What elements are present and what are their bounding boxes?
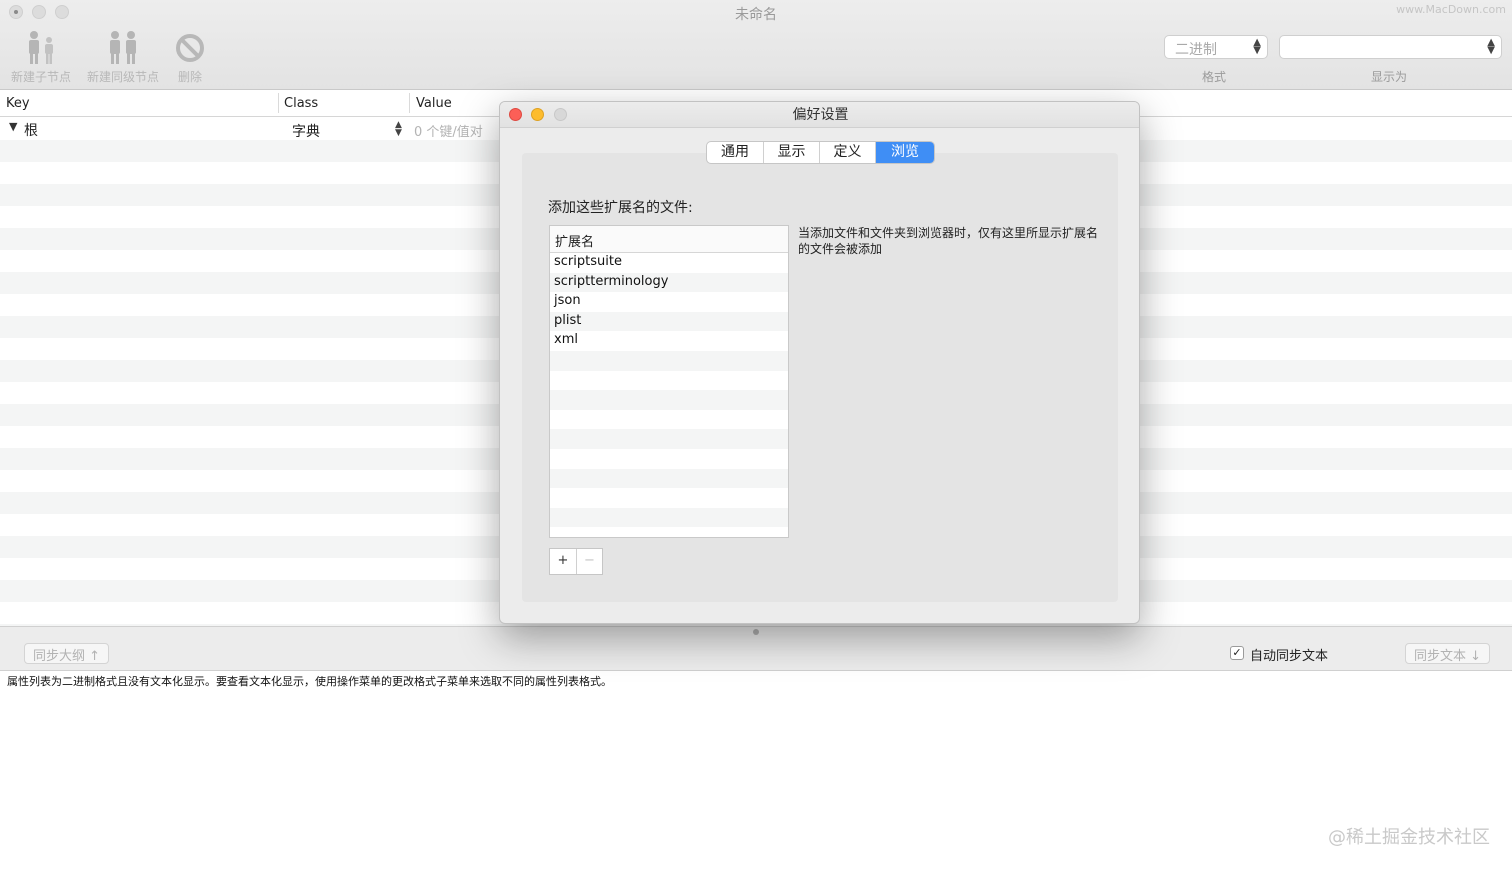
splitter-handle[interactable] <box>753 629 759 635</box>
dialog-close-button[interactable] <box>509 108 522 121</box>
list-item[interactable]: xml <box>550 331 788 351</box>
new-child-label: 新建子节点 <box>10 70 71 84</box>
list-item[interactable]: scriptterminology <box>550 272 788 293</box>
format-select-value: 二进制 <box>1175 42 1217 58</box>
section-title: 添加这些扩展名的文件: <box>548 200 693 216</box>
empty-row <box>550 468 788 489</box>
app-window: 未命名 www.MacDown.com 新建子节点 新建同级节点 删除 二进制 … <box>0 0 1512 869</box>
watermark-top: www.MacDown.com <box>1396 3 1506 16</box>
chevron-updown-icon: ▲ ▼ <box>1253 37 1261 56</box>
delete-button[interactable]: 删除 <box>172 30 208 85</box>
empty-row <box>550 350 788 371</box>
remove-extension-button[interactable]: − <box>576 549 602 574</box>
format-select[interactable]: 二进制 ▲ ▼ <box>1164 35 1268 59</box>
disclosure-triangle-icon[interactable]: ▼ <box>9 120 17 133</box>
empty-row <box>550 449 788 469</box>
column-divider[interactable] <box>278 93 279 113</box>
text-view-message: 属性列表为二进制格式且没有文本化显示。要查看文本化显示，使用操作菜单的更改格式子… <box>7 675 612 688</box>
tab-browse[interactable]: 浏览 <box>876 142 934 163</box>
tab-definitions[interactable]: 定义 <box>820 142 876 163</box>
titlebar: 未命名 www.MacDown.com 新建子节点 新建同级节点 删除 二进制 … <box>0 0 1512 90</box>
root-row[interactable]: ▼ 根 字典 ▲ ▼ 0 个键/值对 <box>0 118 500 140</box>
text-view[interactable]: 属性列表为二进制格式且没有文本化显示。要查看文本化显示，使用操作菜单的更改格式子… <box>0 670 1512 869</box>
root-value: 0 个键/值对 <box>414 125 483 140</box>
empty-row <box>550 488 788 508</box>
root-class[interactable]: 字典 <box>292 121 320 141</box>
list-item[interactable]: scriptsuite <box>550 253 788 273</box>
column-value[interactable]: Value <box>416 96 452 111</box>
new-child-button[interactable]: 新建子节点 <box>8 30 74 85</box>
delete-label: 删除 <box>177 70 202 84</box>
auto-sync-checkbox[interactable]: ✓ <box>1230 646 1244 660</box>
tab-general[interactable]: 通用 <box>707 142 764 163</box>
watermark-bottom: @稀土掘金技术社区 <box>1328 827 1490 848</box>
display-as-label: 显示为 <box>1371 70 1408 84</box>
new-sibling-label: 新建同级节点 <box>86 70 159 84</box>
format-label: 格式 <box>1202 70 1227 84</box>
auto-sync-label[interactable]: 自动同步文本 <box>1250 645 1328 664</box>
people-icon <box>110 31 136 64</box>
list-item[interactable]: json <box>550 292 788 312</box>
new-sibling-button[interactable]: 新建同级节点 <box>84 30 162 85</box>
sync-text-button[interactable]: 同步文本 ↓ <box>1405 643 1491 664</box>
column-divider[interactable] <box>409 93 410 113</box>
empty-row <box>550 429 788 449</box>
people-icon <box>29 31 53 64</box>
dialog-zoom-button <box>554 108 567 121</box>
column-class[interactable]: Class <box>284 96 318 111</box>
sync-bar: 同步大纲 ↑ ✓ 自动同步文本 同步文本 ↓ <box>0 627 1512 670</box>
empty-row <box>550 390 788 410</box>
list-item[interactable]: plist <box>550 311 788 332</box>
tab-display[interactable]: 显示 <box>764 142 820 163</box>
extensions-header[interactable]: 扩展名 <box>550 226 788 253</box>
add-extension-button[interactable]: + <box>550 549 576 574</box>
add-remove-control: + − <box>549 548 603 575</box>
empty-row <box>550 371 788 391</box>
window-title: 未命名 <box>735 7 777 23</box>
root-key[interactable]: 根 <box>24 120 38 140</box>
extensions-table[interactable]: 扩展名 scriptsuite scriptterminology json p… <box>549 225 789 538</box>
empty-row <box>550 410 788 430</box>
empty-row <box>550 507 788 528</box>
dialog-minimize-button[interactable] <box>531 108 544 121</box>
prohibited-icon <box>176 34 204 62</box>
column-key[interactable]: Key <box>6 96 30 111</box>
browse-note: 当添加文件和文件夹到浏览器时，仅有这里所显示扩展名的文件会被添加 <box>798 226 1099 256</box>
sync-outline-button[interactable]: 同步大纲 ↑ <box>24 643 110 664</box>
preferences-tabs: 通用 显示 定义 浏览 <box>706 141 935 164</box>
dialog-title: 偏好设置 <box>500 102 1139 128</box>
display-as-select[interactable]: ▲ ▼ <box>1279 35 1502 59</box>
preferences-dialog: 偏好设置 通用 显示 定义 浏览 添加这些扩展名的文件: 扩展名 scripts… <box>499 101 1140 624</box>
chevron-updown-icon: ▲ ▼ <box>1487 37 1495 56</box>
chevron-updown-icon[interactable]: ▲ ▼ <box>395 121 402 138</box>
